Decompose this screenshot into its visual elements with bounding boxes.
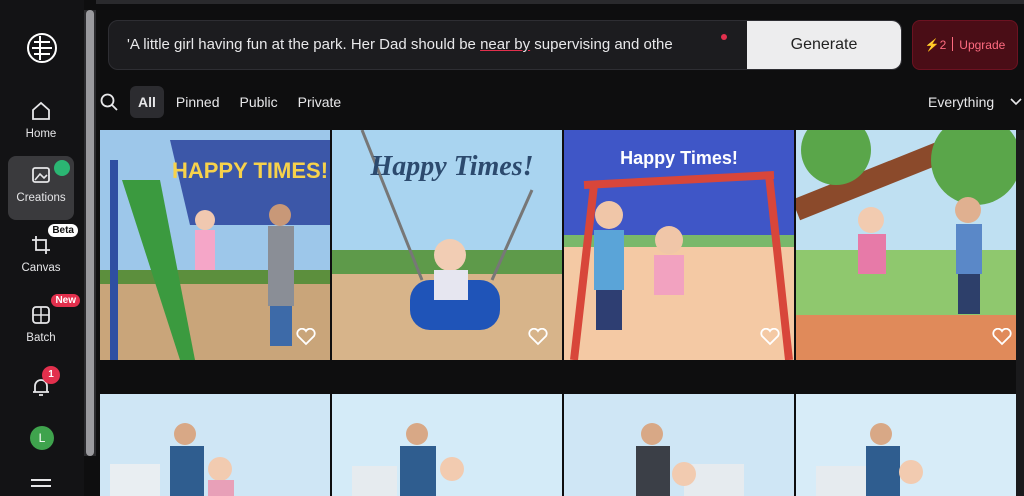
nav-canvas[interactable]: Beta Canvas bbox=[8, 224, 78, 290]
creation-image: Happy Times! bbox=[564, 130, 794, 360]
top-divider bbox=[96, 0, 1024, 4]
image-tile[interactable] bbox=[796, 130, 1024, 360]
crop-icon bbox=[32, 236, 50, 254]
tab-public[interactable]: Public bbox=[231, 86, 285, 118]
upgrade-label: Upgrade bbox=[959, 38, 1006, 52]
tab-all[interactable]: All bbox=[130, 86, 164, 118]
prompt-input[interactable]: 'A little girl having fun at the park. H… bbox=[108, 20, 902, 70]
menu-icon[interactable] bbox=[30, 478, 52, 492]
image-icon bbox=[32, 167, 50, 183]
credits-count: 2 bbox=[939, 38, 947, 52]
sidebar: Home Creations Beta Canvas New Batch 1 L bbox=[0, 0, 84, 496]
creation-image bbox=[564, 394, 794, 496]
batch-icon bbox=[32, 306, 50, 324]
generate-button[interactable]: Generate bbox=[747, 21, 901, 69]
creation-image bbox=[332, 394, 562, 496]
creation-image bbox=[100, 394, 330, 496]
scope-dropdown[interactable]: Everything bbox=[928, 94, 1022, 110]
nav-home[interactable]: Home bbox=[8, 92, 74, 156]
tile-caption: Happy Times! bbox=[369, 151, 533, 182]
heart-icon[interactable] bbox=[296, 328, 316, 346]
check-badge-icon bbox=[54, 160, 70, 176]
image-tile[interactable]: Happy Times! bbox=[564, 130, 794, 360]
image-tile[interactable]: HAPPY TIMES! bbox=[100, 130, 330, 360]
filter-tabs: All Pinned Public Private bbox=[130, 86, 349, 118]
nav-creations[interactable]: Creations bbox=[8, 156, 74, 220]
nav-batch[interactable]: New Batch bbox=[8, 294, 80, 360]
creation-image: HAPPY TIMES! bbox=[100, 130, 330, 360]
avatar[interactable]: L bbox=[30, 426, 54, 450]
creation-image: Happy Times! bbox=[332, 130, 562, 360]
image-tile[interactable]: Happy Times! bbox=[332, 130, 562, 360]
tile-caption: HAPPY TIMES! bbox=[172, 158, 328, 183]
app-logo-icon[interactable] bbox=[24, 30, 60, 66]
bolt-icon: ⚡ bbox=[924, 38, 940, 52]
creation-image bbox=[796, 130, 1024, 360]
scope-label: Everything bbox=[928, 94, 995, 110]
image-tile[interactable] bbox=[100, 394, 330, 496]
home-icon bbox=[32, 101, 50, 120]
nav-home-label: Home bbox=[25, 128, 57, 140]
heart-icon[interactable] bbox=[992, 328, 1012, 346]
notification-count: 1 bbox=[42, 366, 60, 384]
nav-canvas-label: Canvas bbox=[21, 262, 61, 274]
prompt-text[interactable]: 'A little girl having fun at the park. H… bbox=[127, 36, 747, 53]
heart-icon[interactable] bbox=[760, 328, 780, 346]
tab-pinned[interactable]: Pinned bbox=[168, 86, 228, 118]
nav-creations-label: Creations bbox=[16, 192, 66, 204]
tab-private[interactable]: Private bbox=[290, 86, 350, 118]
creation-image bbox=[796, 394, 1024, 496]
grid-scrollbar[interactable] bbox=[1016, 130, 1024, 496]
beta-badge: Beta bbox=[48, 224, 78, 237]
search-icon[interactable] bbox=[100, 93, 118, 111]
chevron-down-icon bbox=[1010, 98, 1022, 106]
nav-batch-label: Batch bbox=[26, 332, 56, 344]
tile-caption: Happy Times! bbox=[620, 148, 738, 168]
image-tile[interactable] bbox=[332, 394, 562, 496]
sidebar-scrollbar[interactable] bbox=[84, 10, 96, 456]
upgrade-button[interactable]: ⚡2 Upgrade bbox=[912, 20, 1018, 70]
image-tile[interactable] bbox=[564, 394, 794, 496]
image-tile[interactable] bbox=[796, 394, 1024, 496]
spellcheck-dot bbox=[721, 34, 727, 40]
heart-icon[interactable] bbox=[528, 328, 548, 346]
new-badge: New bbox=[51, 294, 80, 307]
